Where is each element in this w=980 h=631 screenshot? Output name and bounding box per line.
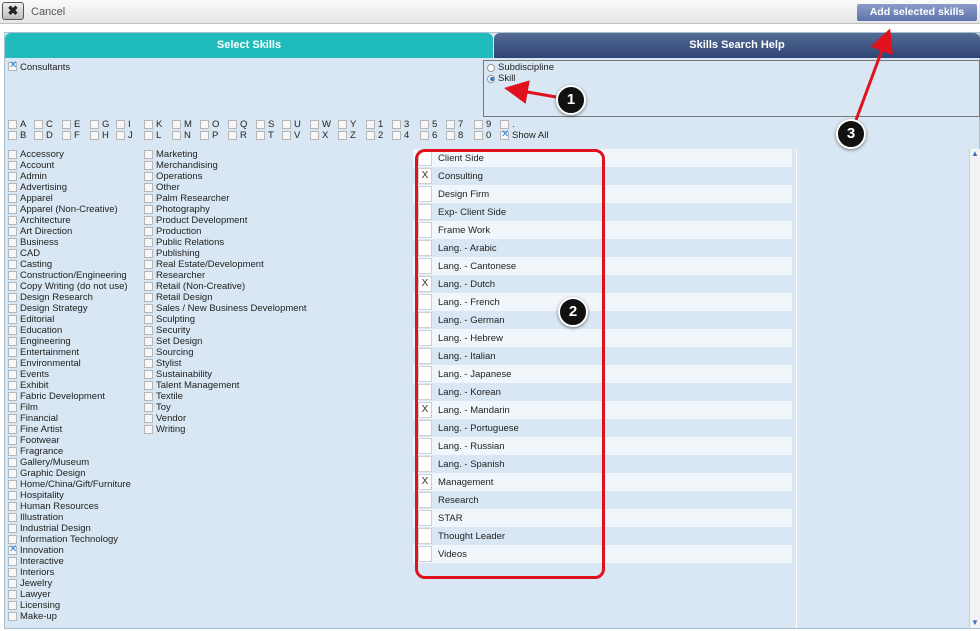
callout-2: 2 [558,297,588,327]
arrow-to-skill-radio [504,80,557,104]
arrow-to-add-button [854,28,893,121]
callout-3: 3 [836,119,866,149]
annotation-arrows [504,28,893,121]
callout-1: 1 [556,85,586,115]
